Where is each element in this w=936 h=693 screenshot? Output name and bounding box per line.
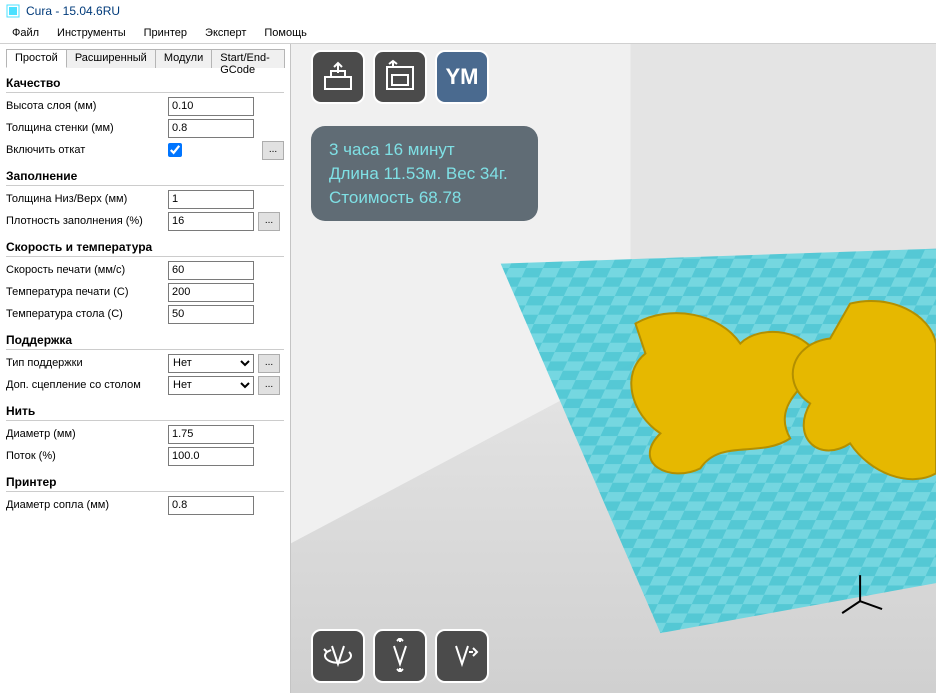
section-fill: Заполнение <box>6 169 284 186</box>
load-model-button[interactable] <box>311 50 365 104</box>
ym-label: YM <box>446 64 479 90</box>
print-info-overlay: 3 часа 16 минут Длина 11.53м. Вес 34г. С… <box>311 126 538 221</box>
flow-input[interactable] <box>168 447 254 466</box>
save-gcode-icon <box>383 59 417 96</box>
wall-thickness-label: Толщина стенки (мм) <box>6 122 164 134</box>
info-cost: Стоимость 68.78 <box>329 186 508 210</box>
adhesion-label: Доп. сцепление со столом <box>6 379 164 391</box>
section-machine: Принтер <box>6 475 284 492</box>
mirror-button[interactable] <box>435 629 489 683</box>
rotate-icon <box>321 638 355 675</box>
support-type-label: Тип поддержки <box>6 357 164 369</box>
menu-help[interactable]: Помощь <box>256 24 315 42</box>
bed-temp-label: Температура стола (C) <box>6 308 164 320</box>
flow-label: Поток (%) <box>6 450 164 462</box>
section-filament: Нить <box>6 404 284 421</box>
filament-diameter-input[interactable] <box>168 425 254 444</box>
menu-printer[interactable]: Принтер <box>136 24 195 42</box>
app-icon <box>6 4 20 18</box>
tab-simple[interactable]: Простой <box>6 49 67 68</box>
support-type-select[interactable]: Нет <box>168 354 254 373</box>
scale-button[interactable] <box>373 629 427 683</box>
mirror-icon <box>445 638 479 675</box>
titlebar: Cura - 15.04.6RU <box>0 0 936 22</box>
layer-height-label: Высота слоя (мм) <box>6 100 164 112</box>
topbottom-input[interactable] <box>168 190 254 209</box>
print-temp-label: Температура печати (C) <box>6 286 164 298</box>
settings-sidebar: Простой Расширенный Модули Start/End-GCo… <box>0 44 290 693</box>
nozzle-diameter-label: Диаметр сопла (мм) <box>6 499 164 511</box>
support-type-more-button[interactable]: ... <box>258 354 280 373</box>
fill-density-more-button[interactable]: ... <box>258 212 280 231</box>
info-time: 3 часа 16 минут <box>329 138 508 162</box>
tab-plugins[interactable]: Модули <box>155 49 212 68</box>
viewport-bottom-tools <box>311 629 489 683</box>
menu-file[interactable]: Файл <box>4 24 47 42</box>
settings-tabs: Простой Расширенный Модули Start/End-GCo… <box>6 48 284 68</box>
viewport-3d[interactable]: YM 3 часа 16 минут Длина 11.53м. Вес 34г… <box>290 44 936 693</box>
scale-icon <box>383 638 417 675</box>
wall-thickness-input[interactable] <box>168 119 254 138</box>
topbottom-label: Толщина Низ/Верх (мм) <box>6 193 164 205</box>
load-model-icon <box>321 59 355 96</box>
tab-startend[interactable]: Start/End-GCode <box>211 49 285 68</box>
menubar: Файл Инструменты Принтер Эксперт Помощь <box>0 22 936 44</box>
menu-expert[interactable]: Эксперт <box>197 24 254 42</box>
viewport-top-tools: YM <box>311 50 489 104</box>
fill-density-input[interactable] <box>168 212 254 231</box>
window-title: Cura - 15.04.6RU <box>26 4 120 18</box>
ym-button[interactable]: YM <box>435 50 489 104</box>
print-speed-label: Скорость печати (мм/с) <box>6 264 164 276</box>
section-speedtemp: Скорость и температура <box>6 240 284 257</box>
menu-tools[interactable]: Инструменты <box>49 24 134 42</box>
nozzle-diameter-input[interactable] <box>168 496 254 515</box>
retraction-checkbox[interactable] <box>168 143 182 157</box>
print-temp-input[interactable] <box>168 283 254 302</box>
fill-density-label: Плотность заполнения (%) <box>6 215 164 227</box>
retraction-label: Включить откат <box>6 144 164 156</box>
retraction-more-button[interactable]: ... <box>262 141 284 160</box>
save-gcode-button[interactable] <box>373 50 427 104</box>
adhesion-select[interactable]: Нет <box>168 376 254 395</box>
section-quality: Качество <box>6 76 284 93</box>
tab-advanced[interactable]: Расширенный <box>66 49 156 68</box>
info-length-weight: Длина 11.53м. Вес 34г. <box>329 162 508 186</box>
section-support: Поддержка <box>6 333 284 350</box>
bed-temp-input[interactable] <box>168 305 254 324</box>
layer-height-input[interactable] <box>168 97 254 116</box>
rotate-button[interactable] <box>311 629 365 683</box>
adhesion-more-button[interactable]: ... <box>258 376 280 395</box>
filament-diameter-label: Диаметр (мм) <box>6 428 164 440</box>
print-speed-input[interactable] <box>168 261 254 280</box>
